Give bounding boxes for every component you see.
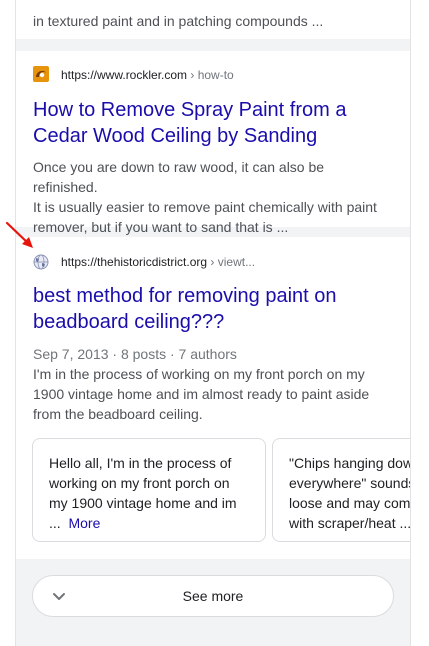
see-more-label: See more [182, 588, 244, 604]
result-card-historicdistrict: https://thehistoricdistrict.org › viewt.… [16, 237, 410, 559]
result-title-link[interactable]: How to Remove Spray Paint from a Cedar W… [33, 97, 390, 149]
forum-line: everywhere" sounds [289, 475, 410, 491]
result-title-line: Cedar Wood Ceiling by Sanding [33, 125, 318, 147]
snippet-line: 1900 vintage home and im almost ready to… [33, 386, 370, 402]
search-results-panel: in textured paint and in patching compou… [15, 0, 411, 646]
result-path: › how-to [187, 68, 234, 82]
snippet-line: I'm in the process of working on my fron… [33, 366, 365, 382]
forum-line: ... More [49, 513, 261, 533]
forum-line: loose and may com [289, 495, 410, 511]
rockler-logo-icon [33, 66, 49, 82]
snippet-line: Once you are down to raw wood, it can al… [33, 159, 325, 195]
result-card-rockler: https://www.rockler.com › how-to How to … [16, 51, 410, 235]
see-more-button[interactable]: See more [32, 575, 394, 617]
previous-result-card: in textured paint and in patching compou… [16, 0, 410, 39]
previous-result-snippet: in textured paint and in patching compou… [33, 13, 324, 29]
result-domain: https://thehistoricdistrict.org [61, 255, 208, 269]
snippet-line: It is usually easier to remove paint che… [33, 199, 377, 215]
result-title-link[interactable]: best method for removing paint on beadbo… [33, 283, 390, 335]
forum-line: Hello all, I'm in the process of [49, 455, 232, 471]
result-path: › viewt... [207, 255, 256, 269]
forum-line: my 1900 vintage home and im [49, 495, 237, 511]
snippet-line: remover, but if you want to sand that is… [33, 219, 289, 235]
result-url[interactable]: https://thehistoricdistrict.org › viewt.… [61, 255, 255, 269]
result-title-line: beadboard ceiling??? [33, 311, 225, 333]
globe-icon [33, 254, 49, 270]
more-link[interactable]: More [68, 515, 100, 531]
red-arrow-icon [5, 221, 33, 248]
snippet-line: from the beadboard ceiling. [33, 406, 203, 422]
forum-post-card[interactable]: Hello all, I'm in the process of working… [32, 438, 266, 542]
result-title-line: How to Remove Spray Paint from a [33, 99, 347, 121]
result-meta: Sep 7, 2013 · 8 posts · 7 authors [33, 346, 237, 362]
forum-line: "Chips hanging dow [289, 455, 410, 471]
forum-line: with scraper/heat ... [289, 515, 410, 531]
result-url[interactable]: https://www.rockler.com › how-to [61, 68, 234, 82]
result-domain: https://www.rockler.com [61, 68, 188, 82]
forum-post-card[interactable]: "Chips hanging dow everywhere" sounds lo… [272, 438, 410, 542]
forum-post-text: Hello all, I'm in the process of working… [49, 453, 261, 533]
ellipsis-text: ... [49, 515, 61, 531]
result-snippet: Sep 7, 2013 · 8 posts · 7 authors I'm in… [33, 344, 392, 424]
forum-line: working on my front porch on [49, 475, 230, 491]
forum-post-text: "Chips hanging dow everywhere" sounds lo… [289, 453, 410, 533]
result-snippet: Once you are down to raw wood, it can al… [33, 157, 392, 237]
result-title-line: best method for removing paint on [33, 285, 337, 307]
